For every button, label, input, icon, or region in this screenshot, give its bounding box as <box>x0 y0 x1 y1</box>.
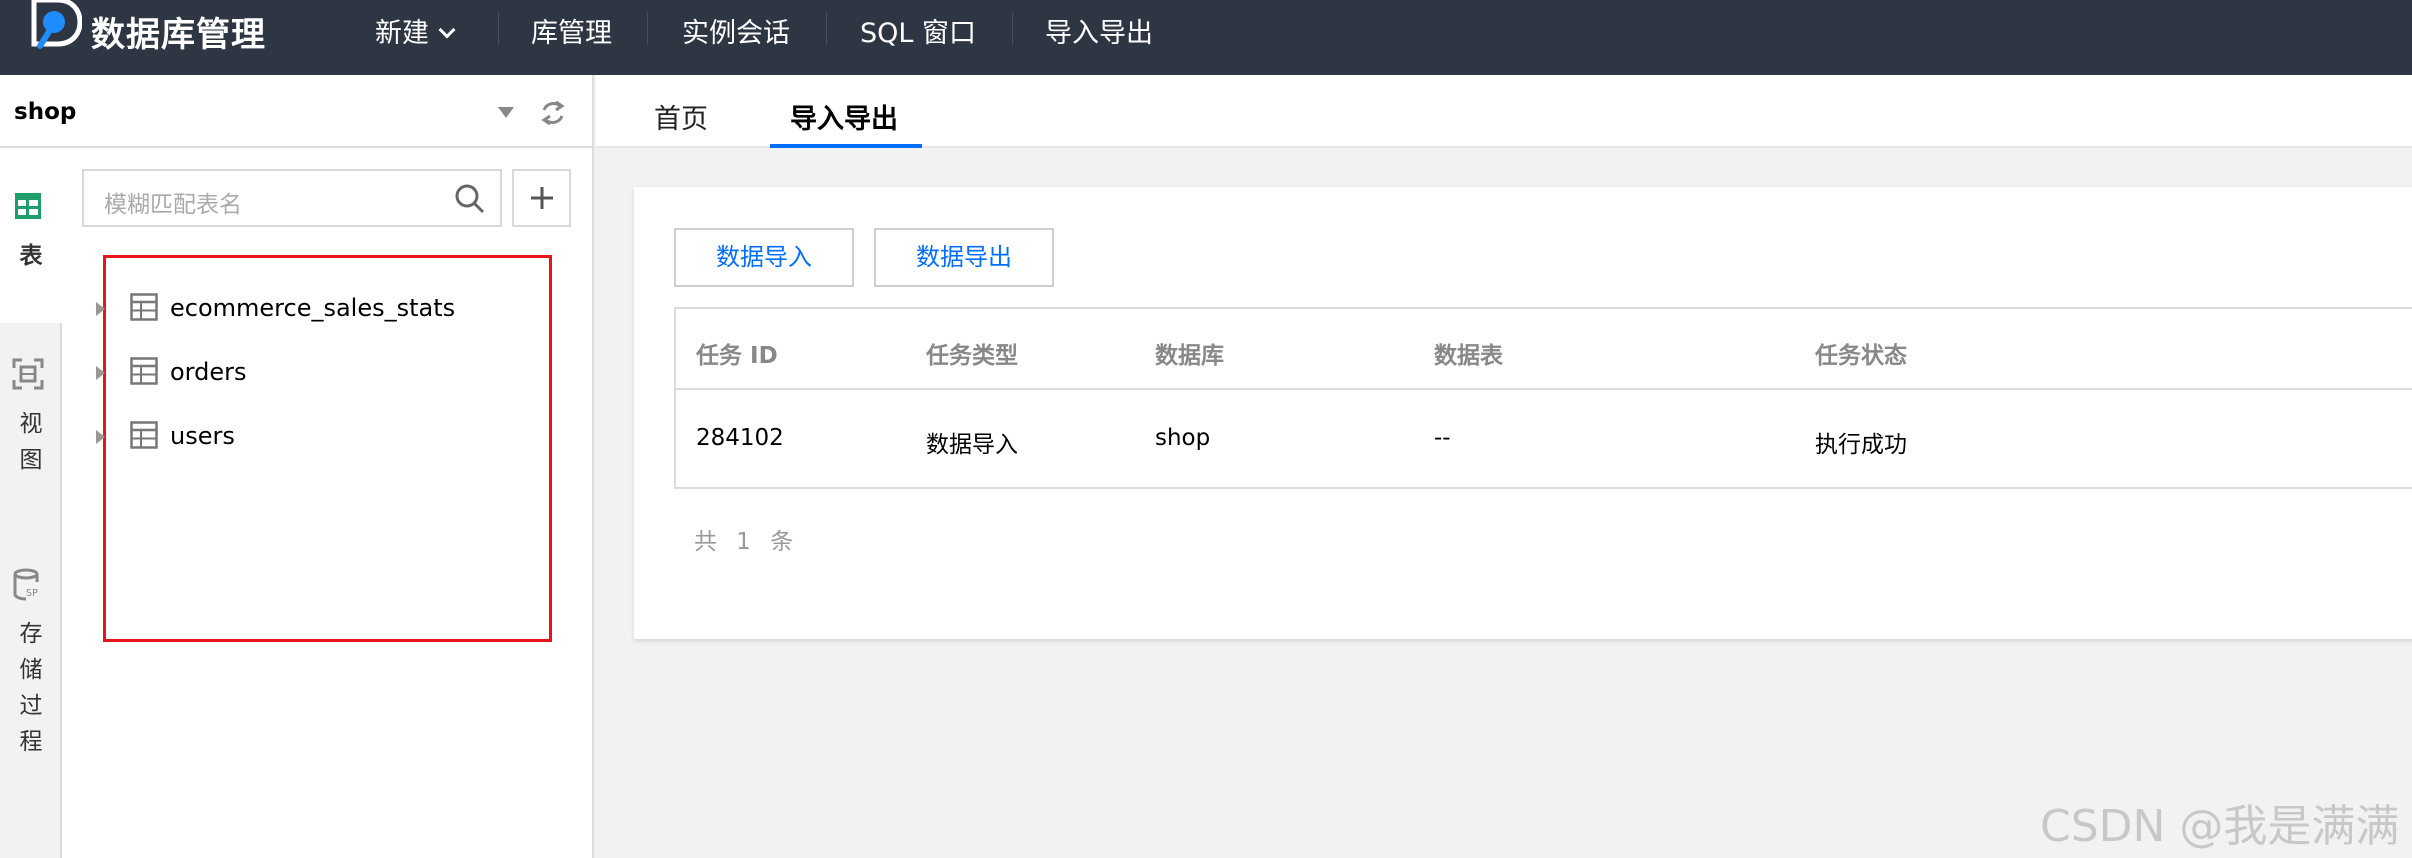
top-navigation-bar: 数据库管理 新建 库管理 实例会话 SQL 窗口 导入导出 <box>0 0 2412 75</box>
table-icon <box>130 421 158 449</box>
nav-divider <box>826 12 827 45</box>
table-name: orders <box>170 358 247 386</box>
table-header: 任务 ID 任务类型 数据库 数据表 任务状态 <box>676 309 2412 390</box>
nav-sql-window[interactable]: SQL 窗口 <box>860 11 976 50</box>
nav-divider <box>647 12 648 45</box>
expand-caret-icon[interactable] <box>96 430 105 444</box>
active-tab-indicator <box>770 144 922 148</box>
side-tab-tables[interactable]: 表 <box>0 148 62 323</box>
chevron-down-icon <box>438 21 456 39</box>
database-selector[interactable]: shop <box>0 75 592 148</box>
nav-instance-sessions[interactable]: 实例会话 <box>682 11 790 50</box>
task-table: 任务 ID 任务类型 数据库 数据表 任务状态 284102 数据导入 shop… <box>674 307 2412 489</box>
side-tab-tables-label: 表 <box>19 243 43 269</box>
column-header: 数据表 <box>1434 343 1503 369</box>
data-export-button[interactable]: 数据导出 <box>874 228 1054 287</box>
task-id-cell: 284102 <box>696 425 784 451</box>
nav-db-management[interactable]: 库管理 <box>531 11 612 50</box>
expand-caret-icon[interactable] <box>96 302 105 316</box>
total-count: 共 1 条 <box>694 529 800 555</box>
nav-new-label: 新建 <box>375 18 429 49</box>
table-icon <box>15 193 41 219</box>
add-table-button[interactable] <box>512 169 571 227</box>
side-tab-procedures-label: 存储过程 <box>19 621 43 755</box>
view-icon <box>12 358 44 390</box>
table-icon <box>130 357 158 385</box>
watermark-text: CSDN @我是满满 <box>2040 801 2400 852</box>
dropdown-arrow-icon[interactable] <box>498 107 514 118</box>
object-type-tabs: 表 视图 SP 存储过程 <box>0 148 62 858</box>
plus-icon <box>531 187 553 209</box>
nav-new-menu[interactable]: 新建 <box>375 11 456 50</box>
side-tab-views[interactable]: 视图 <box>0 358 62 528</box>
side-tab-views-label: 视图 <box>19 411 43 473</box>
table-cell: -- <box>1434 425 1451 451</box>
main-tab-bar: 首页 导入导出 <box>596 75 2412 148</box>
nav-import-export[interactable]: 导入导出 <box>1045 11 1153 50</box>
table-name: ecommerce_sales_stats <box>170 294 456 322</box>
app-logo-icon <box>31 0 82 49</box>
tab-import-export[interactable]: 导入导出 <box>790 97 898 136</box>
nav-divider <box>498 12 499 45</box>
search-placeholder: 模糊匹配表名 <box>104 192 242 218</box>
column-header: 任务 ID <box>696 343 778 369</box>
table-icon <box>130 293 158 321</box>
stored-procedure-icon: SP <box>13 568 39 601</box>
expand-caret-icon[interactable] <box>96 366 105 380</box>
database-cell: shop <box>1155 425 1211 451</box>
table-search-input[interactable]: 模糊匹配表名 <box>82 169 502 227</box>
data-import-button[interactable]: 数据导入 <box>674 228 854 287</box>
database-name: shop <box>14 99 77 125</box>
tab-home[interactable]: 首页 <box>654 97 708 136</box>
task-status-cell: 执行成功 <box>1815 432 1907 458</box>
table-name: users <box>170 422 235 450</box>
column-header: 数据库 <box>1155 343 1224 369</box>
side-tab-procedures[interactable]: SP 存储过程 <box>0 568 62 788</box>
object-browser-panel: shop 表 视图 SP 存 储 过 程 模糊匹配表名 ecommerce_sa… <box>0 75 594 858</box>
column-header: 任务类型 <box>926 343 1018 369</box>
search-icon[interactable] <box>454 183 486 215</box>
app-title: 数据库管理 <box>91 15 266 55</box>
task-type-cell: 数据导入 <box>926 432 1018 458</box>
nav-divider <box>1012 12 1013 45</box>
column-header: 任务状态 <box>1815 343 1907 369</box>
refresh-icon[interactable] <box>538 98 568 128</box>
svg-text:SP: SP <box>26 588 38 599</box>
